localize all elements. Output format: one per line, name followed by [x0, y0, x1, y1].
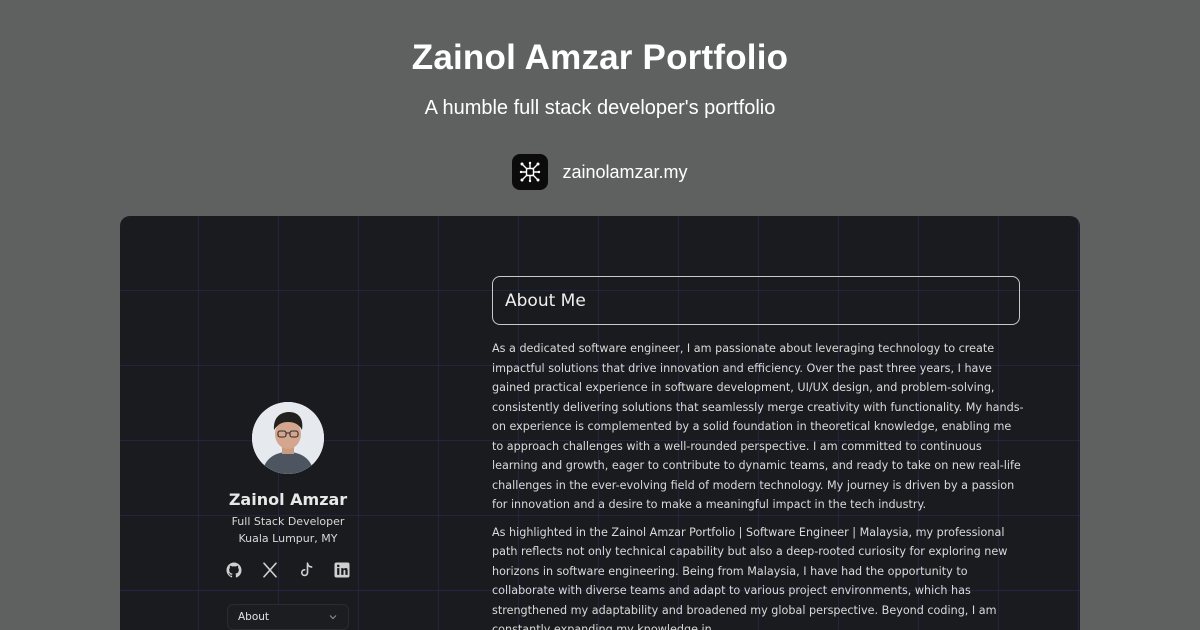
site-link[interactable]: zainolamzar.my	[0, 154, 1200, 190]
avatar	[252, 402, 324, 474]
profile-card: Zainol Amzar Full Stack Developer Kuala …	[216, 402, 360, 579]
about-heading-box: About Me	[492, 276, 1020, 325]
portfolio-preview: Zainol Amzar Full Stack Developer Kuala …	[120, 216, 1080, 630]
about-paragraph-1: As a dedicated software engineer, I am p…	[492, 342, 1024, 511]
x-icon[interactable]	[261, 561, 279, 579]
linkedin-icon[interactable]	[333, 561, 351, 579]
section-select-value: About	[238, 611, 270, 623]
section-select[interactable]: About	[227, 604, 349, 630]
og-subtitle: A humble full stack developer's portfoli…	[424, 97, 776, 119]
profile-location: Kuala Lumpur, MY	[238, 532, 338, 545]
profile-role: Full Stack Developer	[231, 515, 345, 528]
tiktok-icon[interactable]	[297, 561, 315, 579]
github-icon[interactable]	[225, 561, 243, 579]
og-title: Zainol Amzar Portfolio	[411, 38, 789, 77]
profile-name: Zainol Amzar	[228, 490, 348, 509]
social-links	[225, 561, 351, 579]
site-domain: zainolamzar.my	[562, 161, 688, 182]
chevron-down-icon	[329, 615, 337, 620]
about-heading: About Me	[505, 290, 586, 311]
circuit-logo-icon	[512, 154, 549, 190]
about-content: As a dedicated software engineer, I am p…	[492, 339, 1024, 630]
about-paragraph-2: As highlighted in the Zainol Amzar Portf…	[492, 525, 1008, 630]
